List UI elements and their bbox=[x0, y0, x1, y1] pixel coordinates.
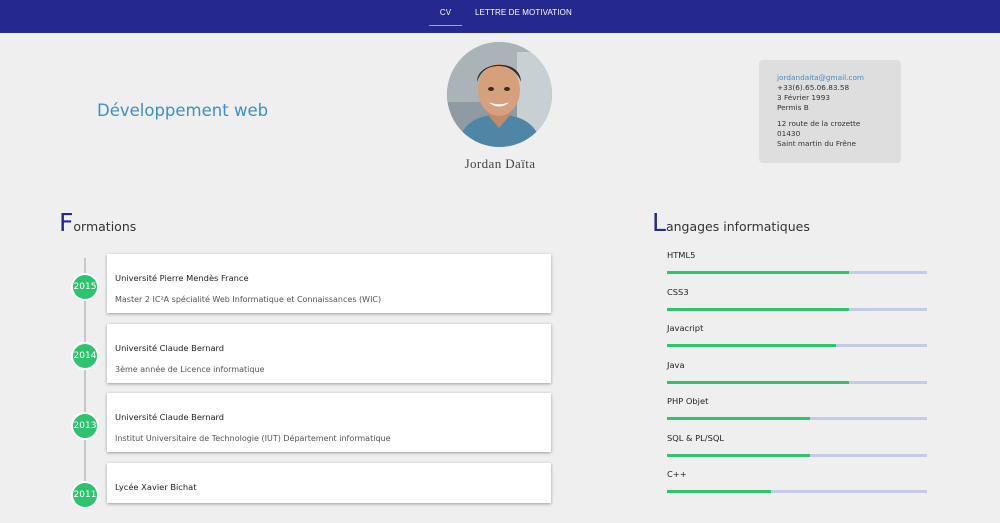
year-badge: 2015 bbox=[71, 273, 99, 301]
degree-description: Institut Universitaire de Technologie (I… bbox=[115, 434, 391, 443]
langages-title: Langages informatiques bbox=[652, 208, 810, 237]
langages-title-initial: L bbox=[652, 208, 666, 237]
contact-card: jordandaita@gmail.com +33(6).65.06.83.58… bbox=[759, 60, 901, 163]
skill-bar-fill bbox=[667, 344, 836, 347]
school-name: Lycée Xavier Bichat bbox=[115, 482, 197, 492]
person-name: Jordan Daïta bbox=[464, 156, 536, 171]
skill-label: C++ bbox=[667, 469, 687, 479]
skill-label: Java bbox=[667, 360, 685, 370]
timeline-item: 2011 Lycée Xavier Bichat bbox=[0, 463, 560, 523]
skill-bar bbox=[667, 490, 927, 493]
school-name: Université Claude Bernard bbox=[115, 412, 225, 422]
address-zip: 01430 bbox=[777, 129, 801, 138]
timeline-item: 2014 Université Claude Bernard 3ème anné… bbox=[0, 324, 560, 384]
year-badge: 2013 bbox=[71, 412, 99, 440]
formations-title: Formations bbox=[59, 208, 136, 237]
formations-title-rest: ormations bbox=[73, 219, 137, 234]
degree-description: Master 2 IC²A spécialité Web Informatiqu… bbox=[115, 295, 382, 304]
skill-bar bbox=[667, 381, 927, 384]
driving-license: Permis B bbox=[777, 103, 809, 112]
degree-description: 3ème année de Licence informatique bbox=[115, 365, 265, 374]
headline: Développement web bbox=[97, 101, 269, 120]
skill-bar-fill bbox=[667, 417, 810, 420]
school-name: Université Claude Bernard bbox=[115, 343, 225, 353]
skill-bar bbox=[667, 417, 927, 420]
year-badge: 2011 bbox=[71, 481, 99, 509]
skill-label: SQL & PL/SQL bbox=[667, 433, 725, 443]
skill-bar-fill bbox=[667, 454, 810, 457]
skill-bar-fill bbox=[667, 381, 849, 384]
skill-label: HTML5 bbox=[667, 250, 696, 260]
skill-label: PHP Objet bbox=[667, 396, 709, 406]
timeline-item: 2015 Université Pierre Mendès France Mas… bbox=[0, 254, 560, 314]
formations-title-initial: F bbox=[59, 208, 74, 237]
skill-bar-fill bbox=[667, 271, 849, 274]
address-city: Saint martin du Frêne bbox=[777, 139, 857, 148]
formation-card: Université Claude Bernard Institut Unive… bbox=[107, 393, 551, 452]
skill-bar bbox=[667, 454, 927, 457]
skill-bar bbox=[667, 344, 927, 347]
profile-photo-image bbox=[447, 42, 552, 147]
skill-bar-fill bbox=[667, 308, 849, 311]
skill-label: Javacript bbox=[667, 323, 704, 333]
year-badge: 2014 bbox=[71, 342, 99, 370]
skill-bar bbox=[667, 308, 927, 311]
email-link[interactable]: jordandaita@gmail.com bbox=[777, 73, 901, 83]
address-street: 12 route de la crozette bbox=[777, 119, 861, 128]
phone-number: +33(6).65.06.83.58 bbox=[777, 83, 850, 92]
skill-bar bbox=[667, 271, 927, 274]
timeline-item: 2013 Université Claude Bernard Institut … bbox=[0, 393, 560, 453]
langages-title-rest: angages informatiques bbox=[665, 219, 810, 234]
birthdate: 3 Février 1993 bbox=[777, 93, 830, 102]
nav-lettre-motivation-link[interactable]: LETTRE DE MOTIVATION bbox=[475, 0, 572, 25]
skill-label: CSS3 bbox=[667, 287, 689, 297]
skill-bar-fill bbox=[667, 490, 771, 493]
formation-card: Lycée Xavier Bichat bbox=[107, 463, 551, 503]
top-navbar: CV LETTRE DE MOTIVATION bbox=[0, 0, 1000, 33]
formation-card: Université Pierre Mendès France Master 2… bbox=[107, 254, 551, 313]
nav-cv-link[interactable]: CV bbox=[429, 0, 462, 26]
profile-photo bbox=[447, 42, 552, 147]
school-name: Université Pierre Mendès France bbox=[115, 273, 249, 283]
formation-card: Université Claude Bernard 3ème année de … bbox=[107, 324, 551, 383]
